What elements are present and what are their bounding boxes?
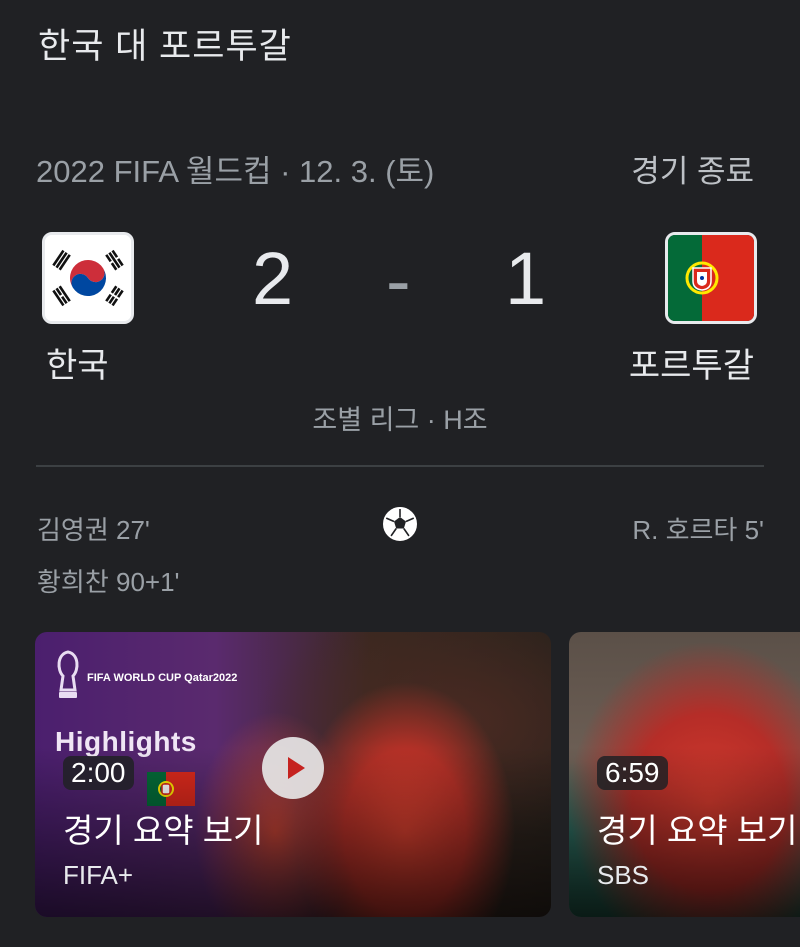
- away-team-name[interactable]: 포르투갈: [629, 338, 754, 387]
- match-meta: 2022 FIFA 월드컵 · 12. 3. (토): [36, 154, 435, 189]
- portugal-flag-icon[interactable]: [665, 232, 757, 324]
- play-icon: [288, 757, 305, 779]
- video-card[interactable]: 6:59 경기 요약 보기 SBS: [569, 632, 800, 917]
- page-title: 한국 대 포르투갈: [38, 27, 292, 66]
- video-title[interactable]: 경기 요약 보기: [597, 804, 798, 852]
- away-score: 1: [505, 237, 547, 320]
- home-team-name[interactable]: 한국: [46, 338, 109, 387]
- video-card[interactable]: FIFA WORLD CUP Qatar2022 Highlights 2:00…: [35, 632, 551, 917]
- home-score: 2: [252, 237, 294, 320]
- soccer-ball-icon: [382, 506, 418, 542]
- away-goal-scorer: R. 호르타 5': [632, 515, 764, 545]
- world-cup-brand-text: FIFA WORLD CUP Qatar2022: [87, 672, 238, 684]
- video-duration: 6:59: [597, 756, 668, 790]
- match-status: 경기 종료: [631, 154, 754, 189]
- divider: [36, 465, 764, 467]
- world-cup-trophy-icon: [53, 650, 83, 702]
- south-korea-flag-icon[interactable]: [42, 232, 134, 324]
- match-stage: 조별 리그 · H조: [312, 405, 488, 435]
- video-title[interactable]: 경기 요약 보기: [63, 804, 264, 852]
- home-goal-scorer: 김영권 27': [37, 515, 150, 545]
- video-source: FIFA+: [63, 860, 134, 890]
- video-source: SBS: [597, 860, 650, 890]
- play-button[interactable]: [262, 737, 324, 799]
- video-duration: 2:00: [63, 756, 134, 790]
- score-separator: -: [386, 239, 411, 322]
- home-goal-scorer: 황희찬 90+1': [37, 567, 180, 597]
